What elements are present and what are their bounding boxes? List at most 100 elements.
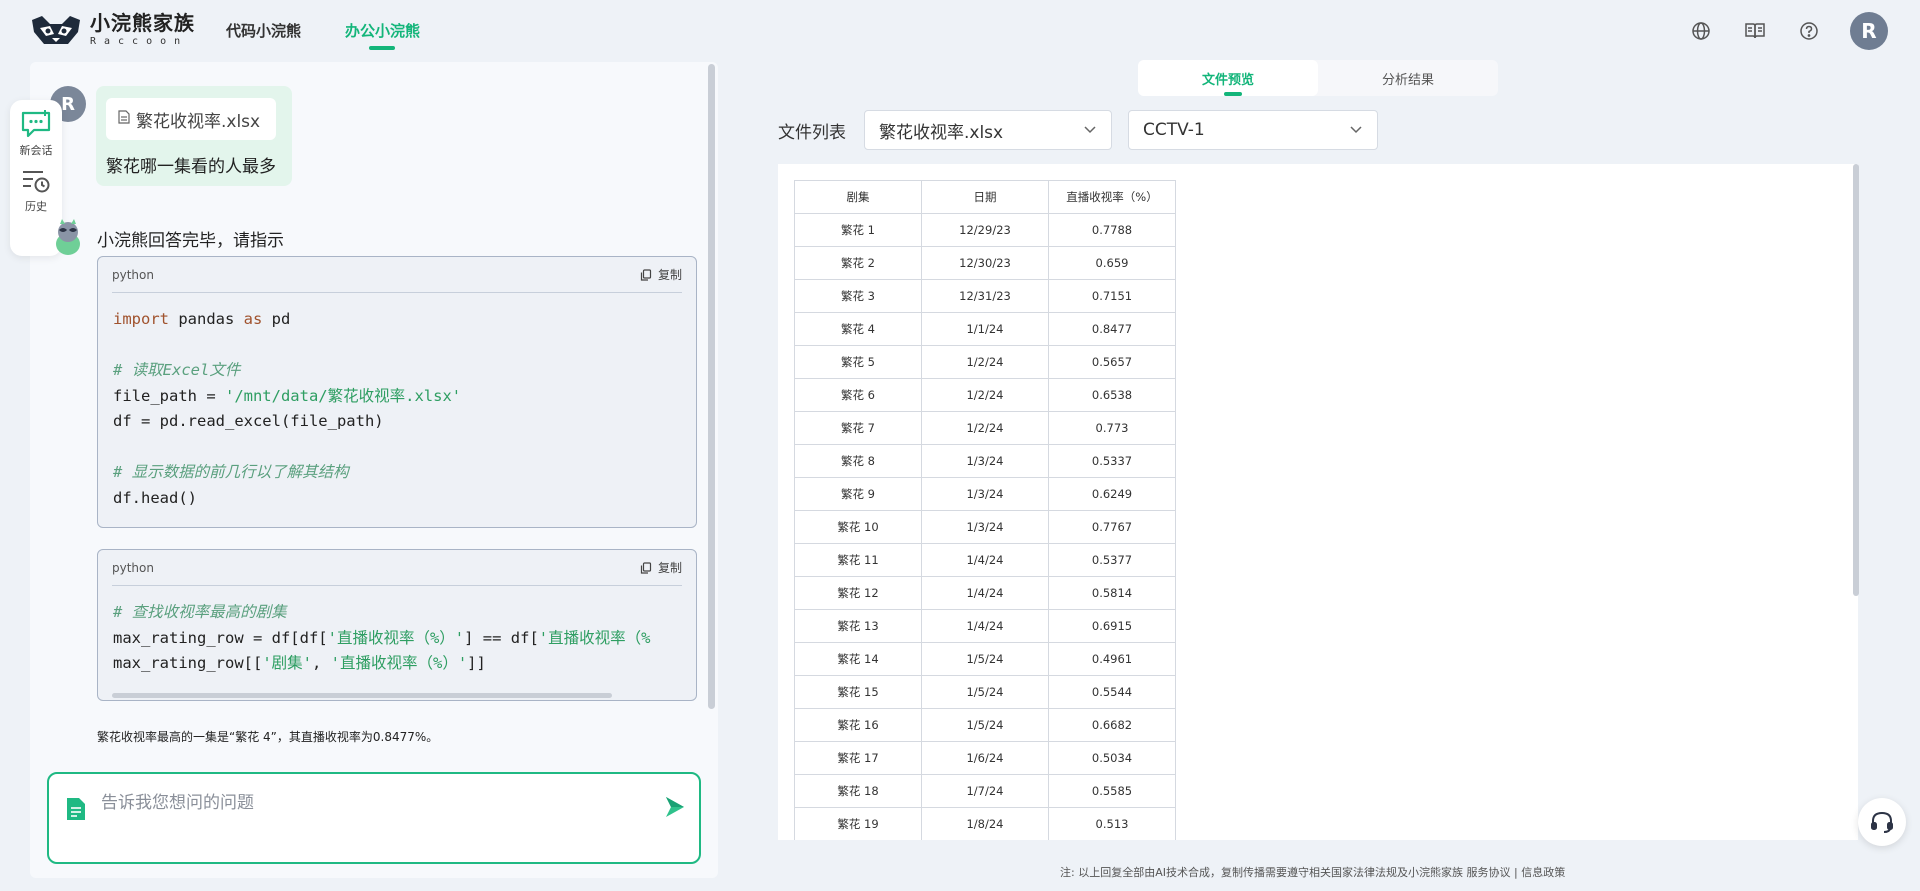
table-cell: 0.659 xyxy=(1048,246,1176,280)
table-cell: 1/6/24 xyxy=(921,741,1049,775)
brand-logo[interactable]: 小浣熊家族 Raccoon xyxy=(28,12,195,48)
code-block-2: python 复制 # 查找收视率最高的剧集 max_rating_row = … xyxy=(97,549,697,701)
history-button[interactable]: 历史 xyxy=(21,168,51,214)
code-block-1: python 复制 import pandas as pd # 读取Excel文… xyxy=(97,256,697,528)
table-cell: 繁花 5 xyxy=(794,345,922,379)
table-cell: 0.4961 xyxy=(1048,642,1176,676)
header-actions: R xyxy=(1688,12,1888,50)
table-cell: 0.773 xyxy=(1048,411,1176,445)
attached-file-chip[interactable]: 繁花收视率.xlsx xyxy=(106,98,276,140)
code-content: # 查找收视率最高的剧集 max_rating_row = df[df['直播收… xyxy=(113,603,651,672)
table-cell: 繁花 11 xyxy=(794,543,922,577)
table-header-cell: 剧集 xyxy=(794,180,922,214)
globe-icon[interactable] xyxy=(1688,18,1714,44)
table-row: 繁花 9 1/3/24 0.6249 xyxy=(794,477,1176,511)
chat-input[interactable] xyxy=(101,788,601,818)
table-cell: 1/3/24 xyxy=(921,510,1049,544)
raccoon-logo-icon xyxy=(28,14,84,46)
table-cell: 繁花 15 xyxy=(794,675,922,709)
copy-code-button[interactable]: 复制 xyxy=(640,559,682,576)
new-chat-icon xyxy=(21,110,51,138)
table-cell: 0.5814 xyxy=(1048,576,1176,610)
file-select[interactable]: 繁花收视率.xlsx xyxy=(864,110,1112,150)
table-header-row: 剧集 日期 直播收视率（%） xyxy=(794,180,1176,214)
table-cell: 0.6249 xyxy=(1048,477,1176,511)
table-cell: 1/5/24 xyxy=(921,675,1049,709)
copy-icon xyxy=(640,268,652,281)
headset-icon xyxy=(1871,811,1893,833)
table-cell: 0.8477 xyxy=(1048,312,1176,346)
file-preview-area: 剧集 日期 直播收视率（%） 繁花 1 12/29/23 0.7788 繁花 2 12/… xyxy=(778,164,1858,840)
sheet-select-value: CCTV-1 xyxy=(1143,120,1205,140)
table-cell: 1/2/24 xyxy=(921,411,1049,445)
brand-title: 小浣熊家族 xyxy=(90,11,195,35)
new-chat-label: 新会话 xyxy=(19,144,53,157)
table-cell: 繁花 4 xyxy=(794,312,922,346)
table-row: 繁花 16 1/5/24 0.6682 xyxy=(794,708,1176,742)
copy-code-button[interactable]: 复制 xyxy=(640,266,682,283)
chat-input-box xyxy=(47,772,701,864)
footer-separator: | xyxy=(1513,866,1518,879)
table-cell: 1/3/24 xyxy=(921,444,1049,478)
footer: 注: 以上回复全部由AI技术合成，复制传播需要遵守相关国家法律法规及小浣熊家族 … xyxy=(1060,864,1565,880)
table-cell: 繁花 8 xyxy=(794,444,922,478)
book-icon[interactable] xyxy=(1742,18,1768,44)
table-cell: 0.6682 xyxy=(1048,708,1176,742)
privacy-policy-link[interactable]: 信息政策 xyxy=(1521,866,1565,879)
help-icon[interactable] xyxy=(1796,18,1822,44)
bot-answer-text: 繁花收视率最高的一集是“繁花 4”，其直播收视率为0.8477%。 xyxy=(97,730,439,744)
table-cell: 0.5034 xyxy=(1048,741,1176,775)
nav-office-raccoon[interactable]: 办公小浣熊 xyxy=(345,20,420,50)
table-cell: 12/29/23 xyxy=(921,213,1049,247)
table-cell: 1/5/24 xyxy=(921,642,1049,676)
history-icon xyxy=(23,171,50,193)
table-cell: 繁花 6 xyxy=(794,378,922,412)
table-cell: 1/4/24 xyxy=(921,543,1049,577)
table-cell: 0.5657 xyxy=(1048,345,1176,379)
copy-icon xyxy=(640,561,652,574)
send-icon xyxy=(666,797,684,817)
chat-scrollbar[interactable] xyxy=(708,64,715,709)
table-cell: 繁花 3 xyxy=(794,279,922,313)
user-avatar-header[interactable]: R xyxy=(1850,12,1888,50)
spreadsheet-table: 剧集 日期 直播收视率（%） 繁花 1 12/29/23 0.7788 繁花 2 12/… xyxy=(794,180,1176,840)
tab-file-preview[interactable]: 文件预览 xyxy=(1138,60,1318,96)
table-row: 繁花 18 1/7/24 0.5585 xyxy=(794,774,1176,808)
table-cell: 繁花 2 xyxy=(794,246,922,280)
table-cell: 0.5337 xyxy=(1048,444,1176,478)
service-agreement-link[interactable]: 服务协议 xyxy=(1466,866,1510,879)
table-header-cell: 日期 xyxy=(921,180,1049,214)
sheet-select[interactable]: CCTV-1 xyxy=(1128,110,1378,150)
document-icon[interactable] xyxy=(65,796,87,820)
customer-support-button[interactable] xyxy=(1858,798,1906,846)
chevron-down-icon xyxy=(1083,121,1097,141)
table-header-cell: 直播收视率（%） xyxy=(1048,180,1176,214)
code-language: python xyxy=(112,267,154,282)
top-header: 小浣熊家族 Raccoon 代码小浣熊 办公小浣熊 R xyxy=(0,0,1920,62)
new-chat-button[interactable]: 新会话 xyxy=(20,110,53,158)
code-horizontal-scrollbar[interactable] xyxy=(112,693,612,698)
file-icon xyxy=(118,109,130,129)
table-row: 繁花 8 1/3/24 0.5337 xyxy=(794,444,1176,478)
send-button[interactable] xyxy=(661,794,687,820)
table-row: 繁花 17 1/6/24 0.5034 xyxy=(794,741,1176,775)
table-cell: 0.5544 xyxy=(1048,675,1176,709)
table-row: 繁花 1 12/29/23 0.7788 xyxy=(794,213,1176,247)
brand-subtitle: Raccoon xyxy=(90,36,189,47)
table-body: 繁花 1 12/29/23 0.7788 繁花 2 12/30/23 0.659 繁花 31… xyxy=(794,213,1176,840)
table-cell: 0.6538 xyxy=(1048,378,1176,412)
table-row: 繁花 14 1/5/24 0.4961 xyxy=(794,642,1176,676)
user-question-text: 繁花哪一集看的人最多 xyxy=(106,157,276,177)
table-row: 繁花 19 1/8/24 0.513 xyxy=(794,807,1176,840)
nav-code-raccoon[interactable]: 代码小浣熊 xyxy=(226,20,301,41)
tab-analysis-result[interactable]: 分析结果 xyxy=(1318,60,1498,96)
copy-label: 复制 xyxy=(657,268,682,282)
table-cell: 繁花 17 xyxy=(794,741,922,775)
table-cell: 0.6915 xyxy=(1048,609,1176,643)
file-select-value: 繁花收视率.xlsx xyxy=(879,122,1004,143)
table-row: 繁花 12 1/4/24 0.5814 xyxy=(794,576,1176,610)
code-content: import pandas as pd # 读取Excel文件 file_pat… xyxy=(113,310,462,507)
table-cell: 繁花 12 xyxy=(794,576,922,610)
preview-scrollbar[interactable] xyxy=(1853,164,1859,596)
table-row: 繁花 13 1/4/24 0.6915 xyxy=(794,609,1176,643)
